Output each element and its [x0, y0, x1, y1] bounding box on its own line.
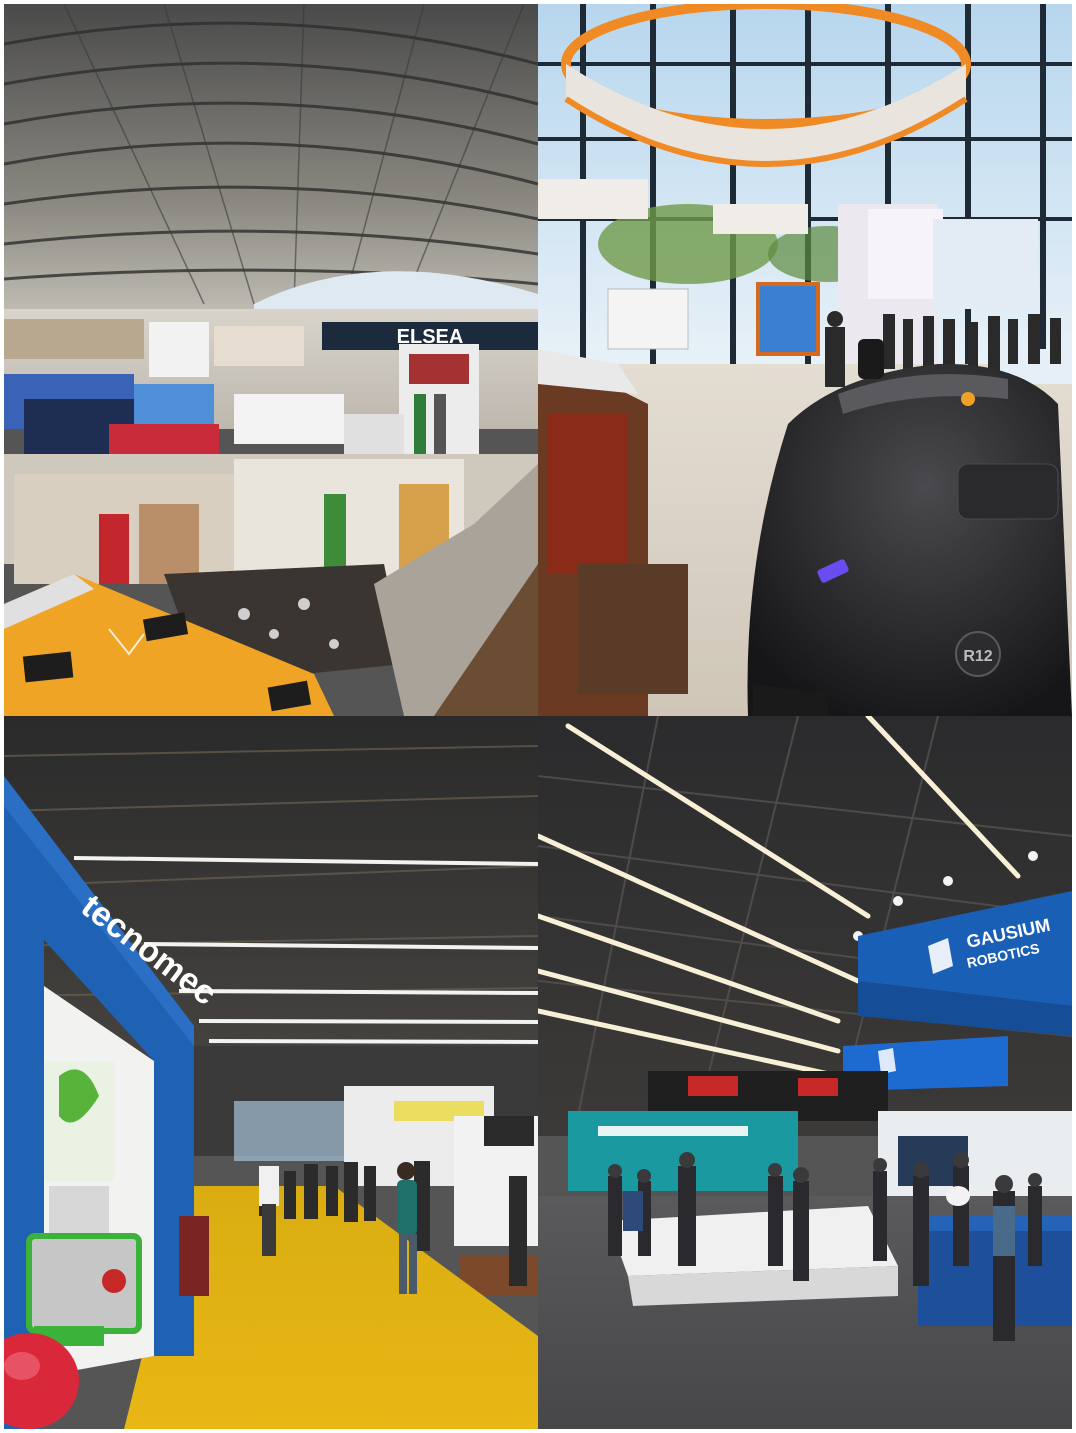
robot-model-badge: R12 [963, 648, 992, 665]
robotics-hall-scene: GAUSIUM ROBOTICS [538, 716, 1072, 1429]
photo-collage: ELSEA R12 tecnomec GAUSIUM ROBOTICS [4, 4, 1072, 1429]
cleaning-robot-scene: R12 [538, 4, 1072, 716]
exhibition-hall-scene: ELSEA [4, 4, 538, 716]
photo-yellow-carpet-aisle: tecnomec [4, 716, 538, 1429]
cleaning-robot [747, 363, 1072, 716]
photo-robotics-stand-hall: GAUSIUM ROBOTICS [538, 716, 1072, 1429]
photo-exhibition-hall-overview: ELSEA [4, 4, 538, 716]
yellow-aisle-scene: tecnomec [4, 716, 538, 1429]
photo-cleaning-robot-foyer: R12 [538, 4, 1072, 716]
